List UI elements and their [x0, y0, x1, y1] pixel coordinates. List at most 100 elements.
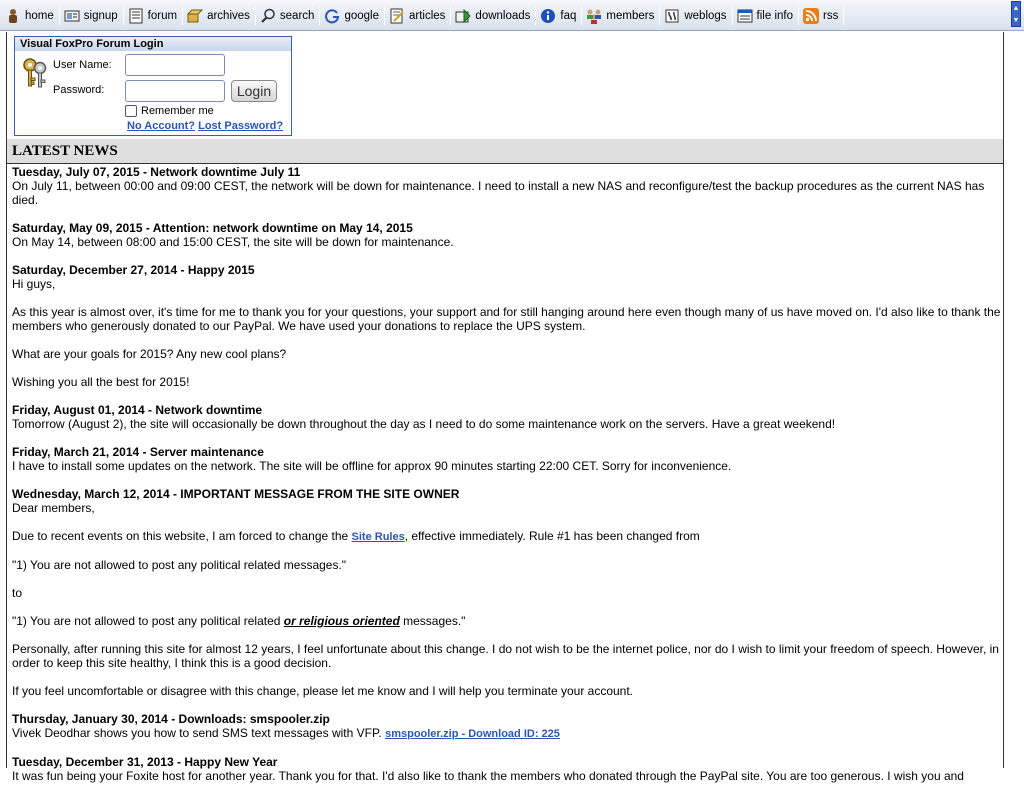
remember-me-checkbox[interactable]: [125, 105, 137, 117]
nav-separator: [535, 7, 537, 25]
nav-forum[interactable]: forum: [125, 5, 181, 27]
news-item: Wednesday, March 12, 2014 - IMPORTANT ME…: [12, 487, 1002, 698]
nav-weblogs[interactable]: weblogs: [661, 5, 730, 27]
signup-icon: [64, 8, 80, 24]
news-text: "1) You are not allowed to post any poli…: [12, 614, 284, 628]
news-item-body: Personally, after running this site for …: [12, 642, 999, 670]
emphasized-text: or religious oriented: [283, 614, 400, 628]
nav-separator: [843, 7, 845, 25]
keys-icon: [20, 56, 50, 90]
nav-separator: [581, 7, 583, 25]
home-icon: [5, 8, 21, 24]
news-item-body: "1) You are not allowed to post any poli…: [12, 614, 1002, 628]
news-item-title: Tuesday, December 31, 2013 - Happy New Y…: [12, 755, 278, 769]
nav-separator: [319, 7, 321, 25]
nav-rss-label: rss: [822, 10, 839, 22]
login-box: Visual FoxPro Forum Login User Name: Pas…: [14, 36, 292, 136]
nav-articles[interactable]: articles: [386, 5, 449, 27]
nav-members-label: members: [606, 10, 655, 22]
nav-separator: [797, 7, 799, 25]
news-item-body: to: [12, 586, 23, 600]
downloads-icon: [455, 8, 472, 24]
rss-icon: [802, 8, 819, 24]
search-icon: [260, 8, 276, 24]
news-item: Thursday, January 30, 2014 - Downloads: …: [12, 712, 1002, 741]
news-item: Friday, August 01, 2014 - Network downti…: [12, 403, 1002, 431]
faq-icon: [540, 8, 556, 24]
news-item-body: If you feel uncomfortable or disagree wi…: [12, 684, 634, 698]
nav-articles-label: articles: [408, 10, 446, 22]
nav-downloads-label: downloads: [475, 10, 531, 22]
news-item-title: Friday, August 01, 2014 - Network downti…: [12, 403, 263, 417]
password-input[interactable]: [125, 80, 225, 102]
news-item-body: Tomorrow (August 2), the site will occas…: [12, 417, 836, 431]
news-item-body: What are your goals for 2015? Any new co…: [12, 347, 287, 361]
nav-separator: [58, 7, 60, 25]
nav-separator: [383, 7, 385, 25]
nav-google[interactable]: google: [321, 5, 383, 27]
username-label: User Name:: [53, 59, 112, 71]
username-input[interactable]: [125, 54, 225, 76]
nav-home[interactable]: home: [2, 5, 58, 27]
nav-members[interactable]: members: [583, 5, 658, 27]
nav-google-label: google: [344, 10, 379, 22]
news-item-body: Dear members,: [12, 501, 95, 515]
remember-me-row: Remember me: [125, 105, 214, 117]
news-item-body: On July 11, between 00:00 and 09:00 CEST…: [12, 179, 985, 207]
login-title: Visual FoxPro Forum Login: [15, 37, 291, 51]
news-item: Tuesday, December 31, 2013 - Happy New Y…: [12, 755, 1002, 783]
no-account-link[interactable]: No Account?: [127, 120, 195, 132]
nav-search[interactable]: search: [257, 5, 319, 27]
nav-separator: [122, 7, 124, 25]
news-item-body: "1) You are not allowed to post any poli…: [12, 558, 347, 572]
nav-faq-label: faq: [560, 10, 577, 22]
news-item-body: Vivek Deodhar shows you how to send SMS …: [12, 726, 1002, 741]
nav-downloads[interactable]: downloads: [452, 5, 534, 27]
download-link[interactable]: smspooler.zip - Download ID: 225: [385, 728, 560, 740]
members-icon: [586, 8, 602, 24]
news-item-body: I have to install some updates on the ne…: [12, 459, 732, 473]
latest-news-heading: LATEST NEWS: [7, 139, 1003, 164]
chevron-up-icon: ▲: [1012, 4, 1020, 12]
chevron-down-icon: ▼: [1012, 16, 1020, 24]
news-item-title: Saturday, May 09, 2015 - Attention: netw…: [12, 221, 413, 235]
nav-weblogs-label: weblogs: [684, 10, 727, 22]
news-text: Vivek Deodhar shows you how to send SMS …: [12, 726, 386, 740]
news-item-title: Tuesday, July 07, 2015 - Network downtim…: [12, 165, 301, 179]
news-text: , effective immediately. Rule #1 has bee…: [404, 529, 700, 543]
news-item-body: On May 14, between 08:00 and 15:00 CEST,…: [12, 235, 454, 249]
news-item-body: As this year is almost over, it's time f…: [12, 305, 1001, 333]
remember-me-label: Remember me: [141, 105, 214, 117]
news-item-body: Wishing you all the best for 2015!: [12, 375, 190, 389]
nav-search-label: search: [279, 10, 315, 22]
nav-file-info[interactable]: file info: [734, 5, 797, 27]
news-item: Saturday, May 09, 2015 - Attention: netw…: [12, 221, 1002, 249]
login-button[interactable]: Login: [231, 80, 277, 102]
nav-scroll-button[interactable]: ▲ ▼: [1011, 1, 1021, 27]
nav-archives-label: archives: [207, 10, 250, 22]
news-item-title: Thursday, January 30, 2014 - Downloads: …: [12, 712, 330, 726]
right-gutter: [1004, 32, 1024, 768]
news-item: Friday, March 21, 2014 - Server maintena…: [12, 445, 1002, 473]
nav-signup[interactable]: signup: [61, 5, 122, 27]
top-nav-bar: home signup forum archives search google…: [0, 0, 1024, 31]
news-list: Tuesday, July 07, 2015 - Network downtim…: [12, 165, 1002, 797]
nav-faq[interactable]: faq: [537, 5, 580, 27]
nav-home-label: home: [25, 10, 54, 22]
file-info-icon: [737, 8, 753, 24]
nav-rss[interactable]: rss: [800, 5, 842, 27]
nav-separator: [182, 7, 184, 25]
news-item-body: Hi guys,: [12, 277, 56, 291]
nav-forum-label: forum: [147, 10, 178, 22]
news-text: Due to recent events on this website, I …: [12, 529, 352, 543]
nav-separator: [659, 7, 661, 25]
archives-icon: [187, 8, 204, 24]
site-rules-link[interactable]: Site Rules: [352, 531, 405, 543]
lost-password-link[interactable]: Lost Password?: [198, 120, 283, 132]
news-item: Tuesday, July 07, 2015 - Network downtim…: [12, 165, 1002, 207]
news-text: messages.": [399, 614, 466, 628]
nav-list: home signup forum archives search google…: [2, 5, 845, 27]
nav-archives[interactable]: archives: [184, 5, 254, 27]
nav-separator: [254, 7, 256, 25]
news-item-title: Wednesday, March 12, 2014 - IMPORTANT ME…: [12, 487, 460, 501]
